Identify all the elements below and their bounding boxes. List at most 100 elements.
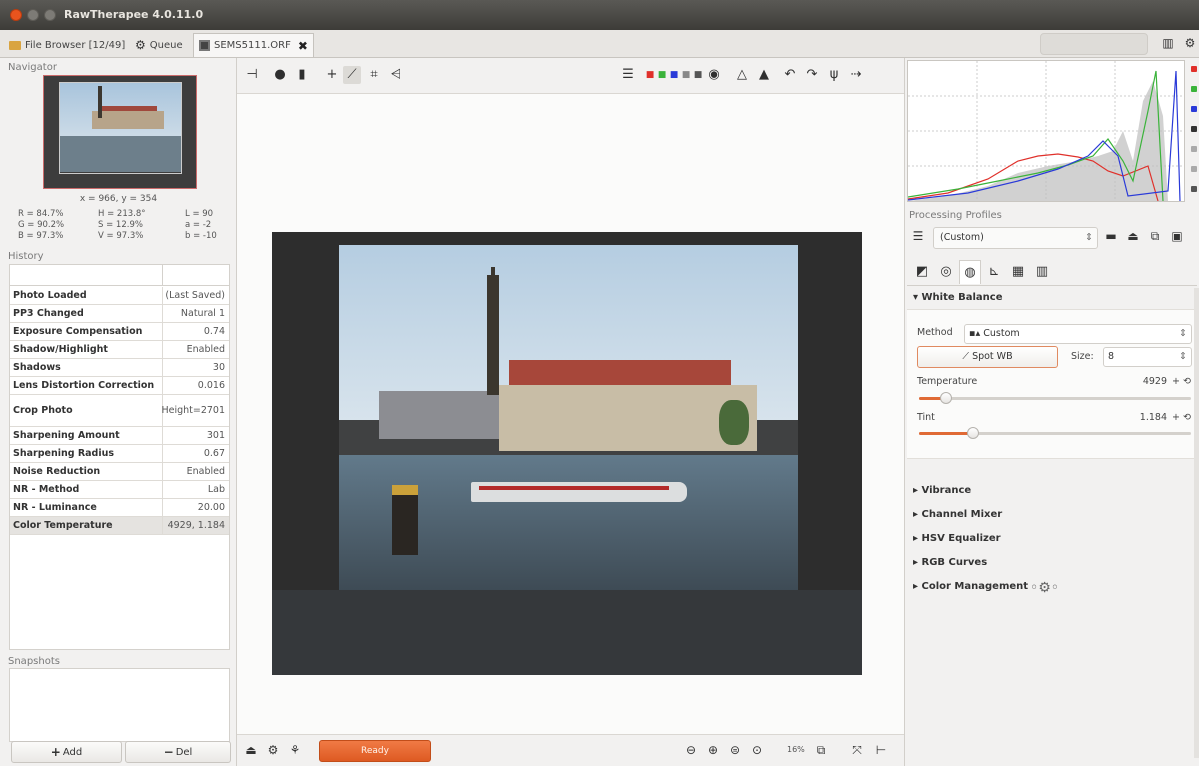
hist-bar-toggle[interactable] bbox=[1191, 186, 1197, 192]
history-row[interactable]: Sharpening Amount 301 bbox=[10, 427, 229, 445]
tab-raw[interactable]: ▦ bbox=[1007, 260, 1029, 284]
crop-icon[interactable]: ⌗ bbox=[365, 66, 383, 84]
temperature-spin-icon[interactable]: + ⟲ bbox=[1172, 376, 1191, 387]
profile-copy-icon[interactable]: ⧉ bbox=[1147, 229, 1163, 245]
hist-red-toggle[interactable] bbox=[1191, 66, 1197, 72]
spot-size-select[interactable]: 8 ⇕ bbox=[1103, 347, 1192, 367]
hide-right-panel-icon[interactable]: ⊢ bbox=[873, 743, 889, 759]
tab-search-field[interactable] bbox=[1040, 33, 1148, 55]
hide-left-panel-icon[interactable]: ⊣ bbox=[243, 66, 261, 84]
snapshots-list[interactable] bbox=[9, 668, 230, 742]
hist-green-toggle[interactable] bbox=[1191, 86, 1197, 92]
zoom-100-icon[interactable]: ⊙ bbox=[749, 743, 765, 759]
color-management-icon[interactable]: ◉ bbox=[705, 66, 723, 84]
tab-exposure[interactable]: ◩ bbox=[911, 260, 933, 284]
hand-tool-icon[interactable]: + bbox=[323, 66, 341, 84]
window-minimize-button[interactable] bbox=[27, 9, 39, 21]
temperature-slider-knob[interactable] bbox=[940, 392, 952, 404]
navigator-viewport[interactable] bbox=[59, 82, 182, 174]
history-row[interactable]: Shadows 30 bbox=[10, 359, 229, 377]
histogram bbox=[907, 60, 1185, 202]
profile-list-icon[interactable]: ☰ bbox=[910, 229, 926, 245]
before-after-icon[interactable]: ▮ bbox=[293, 66, 311, 84]
new-detail-window-icon[interactable]: ⧉ bbox=[813, 743, 829, 759]
history-row[interactable]: Color Temperature 4929, 1.184 bbox=[10, 517, 229, 535]
tool-expander-rgb-curves[interactable]: ▸ RGB Curves bbox=[913, 557, 987, 568]
tab-queue[interactable]: ⚙ Queue bbox=[130, 33, 188, 57]
history-row-value: Natural 1 bbox=[162, 305, 229, 322]
profile-load-icon[interactable]: ⏏ bbox=[1125, 229, 1141, 245]
history-row[interactable]: Crop Photo Height=2701 bbox=[10, 395, 229, 427]
tint-slider-knob[interactable] bbox=[967, 427, 979, 439]
flip-horizontal-icon[interactable]: ⇢ bbox=[847, 66, 865, 84]
window-close-button[interactable] bbox=[10, 9, 22, 21]
tool-expander-channel-mixer[interactable]: ▸ Channel Mixer bbox=[913, 509, 1002, 520]
history-row-label: Color Temperature bbox=[13, 520, 113, 531]
temperature-value[interactable]: 4929 bbox=[1107, 376, 1167, 387]
navigator-thumbnail[interactable] bbox=[43, 75, 197, 189]
snapshots-label: Snapshots bbox=[8, 656, 60, 667]
queue-icon: ⚙ bbox=[135, 38, 146, 52]
shadow-clip-warning-icon[interactable]: △ bbox=[733, 66, 751, 84]
tool-expander-hsv-equalizer[interactable]: ▸ HSV Equalizer bbox=[913, 533, 1001, 544]
zoom-fit-icon[interactable]: ⊜ bbox=[727, 743, 743, 759]
zoom-in-icon[interactable]: ⊕ bbox=[705, 743, 721, 759]
close-tab-icon[interactable]: ✖ bbox=[298, 39, 308, 53]
temperature-slider-track[interactable] bbox=[919, 397, 1191, 400]
history-row[interactable]: Sharpening Radius 0.67 bbox=[10, 445, 229, 463]
window-maximize-button[interactable] bbox=[44, 9, 56, 21]
highlight-clip-warning-icon[interactable]: ▲ bbox=[755, 66, 773, 84]
rotate-right-icon[interactable]: ↷ bbox=[803, 66, 821, 84]
tint-spin-icon[interactable]: + ⟲ bbox=[1172, 412, 1191, 423]
rotate-left-icon[interactable]: ↶ bbox=[781, 66, 799, 84]
preview-lines-icon[interactable]: ☰ bbox=[619, 66, 637, 84]
wb-method-select[interactable]: ▪▴ Custom ⇕ bbox=[964, 324, 1192, 344]
history-row[interactable]: Exposure Compensation 0.74 bbox=[10, 323, 229, 341]
delete-snapshot-button[interactable]: − Del bbox=[125, 741, 231, 763]
profile-paste-icon[interactable]: ▣ bbox=[1169, 229, 1185, 245]
history-list[interactable]: Photo Loaded (Last Saved) PP3 Changed Natur… bbox=[9, 264, 230, 650]
preview-canvas[interactable] bbox=[237, 94, 904, 734]
history-row[interactable]: Noise Reduction Enabled bbox=[10, 463, 229, 481]
image-preview[interactable] bbox=[272, 232, 862, 675]
history-row[interactable]: NR - Method Lab bbox=[10, 481, 229, 499]
hist-luminance-toggle[interactable] bbox=[1191, 126, 1197, 132]
history-row[interactable]: PP3 Changed Natural 1 bbox=[10, 305, 229, 323]
history-row-label: NR - Luminance bbox=[13, 502, 97, 513]
single-tab-mode-icon[interactable]: ▥ bbox=[1160, 36, 1176, 52]
flip-vertical-icon[interactable]: ψ bbox=[825, 66, 843, 84]
white-balance-header[interactable]: ▾ White Balance bbox=[913, 292, 1003, 303]
history-row[interactable]: NR - Luminance 20.00 bbox=[10, 499, 229, 517]
edit-external-icon[interactable]: ⚘ bbox=[287, 743, 303, 759]
save-icon[interactable]: ⏏ bbox=[243, 743, 259, 759]
processing-profile-select[interactable]: (Custom) ⇕ bbox=[933, 227, 1098, 249]
history-header bbox=[10, 265, 229, 286]
tool-expander-color-management[interactable]: ▸ Color Management bbox=[913, 581, 1028, 592]
tab-file-browser[interactable]: File Browser [12/49] bbox=[4, 33, 130, 57]
wb-picker-icon[interactable]: ⟋ bbox=[343, 66, 361, 84]
tab-metadata[interactable]: ▥ bbox=[1031, 260, 1053, 284]
zoom-out-icon[interactable]: ⊖ bbox=[683, 743, 699, 759]
history-row[interactable]: Lens Distortion Correction 0.016 bbox=[10, 377, 229, 395]
hist-chroma-toggle[interactable] bbox=[1191, 146, 1197, 152]
queue-add-icon[interactable]: ⚙ bbox=[265, 743, 281, 759]
preferences-icon[interactable]: ⚙ bbox=[1182, 36, 1198, 52]
history-row[interactable]: Shadow/Highlight Enabled bbox=[10, 341, 229, 359]
spot-wb-button[interactable]: ⟋ Spot WB bbox=[917, 346, 1058, 368]
fullscreen-icon[interactable]: ⤧ bbox=[849, 743, 865, 759]
info-icon[interactable]: ● bbox=[271, 66, 289, 84]
hist-blue-toggle[interactable] bbox=[1191, 106, 1197, 112]
add-snapshot-button[interactable]: + Add bbox=[11, 741, 122, 763]
tools-scrollbar[interactable] bbox=[1194, 288, 1199, 758]
left-panel: Navigator x = 966, y = 354 R = 84.7% G =… bbox=[0, 58, 237, 766]
straighten-icon[interactable]: ⩤ bbox=[387, 66, 405, 84]
tint-value[interactable]: 1.184 bbox=[1107, 412, 1167, 423]
tab-detail[interactable]: ◎ bbox=[935, 260, 957, 284]
hist-raw-toggle[interactable] bbox=[1191, 166, 1197, 172]
tab-color[interactable]: ◍ bbox=[959, 260, 981, 284]
tab-editor[interactable]: SEMS5111.ORF ✖ bbox=[193, 33, 314, 57]
history-row[interactable]: Photo Loaded (Last Saved) bbox=[10, 287, 229, 305]
tool-expander-vibrance[interactable]: ▸ Vibrance bbox=[913, 485, 971, 496]
profile-save-icon[interactable]: ▬ bbox=[1103, 229, 1119, 245]
tab-transform[interactable]: ⊾ bbox=[983, 260, 1005, 284]
